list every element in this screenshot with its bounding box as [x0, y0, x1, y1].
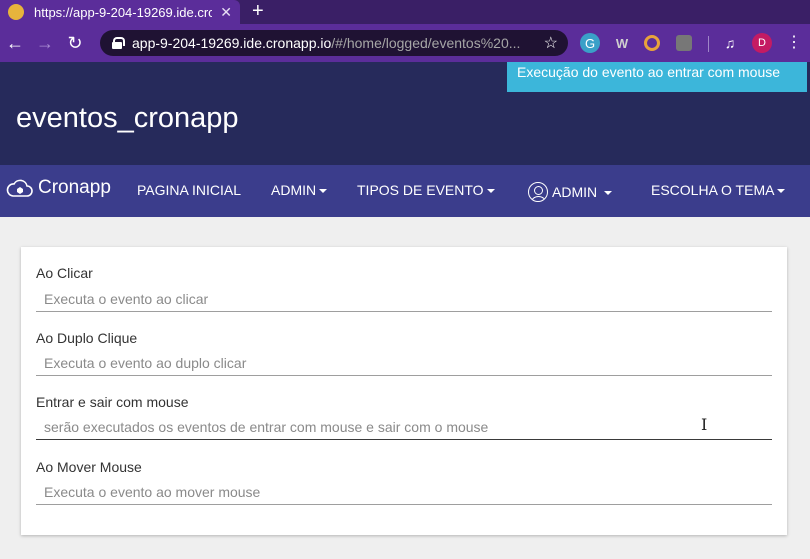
reload-button[interactable]: ↻	[60, 28, 90, 58]
cloud-icon	[6, 178, 34, 198]
save-extension-icon[interactable]	[676, 35, 692, 51]
field-label-entrar-sair-mouse: Entrar e sair com mouse	[36, 394, 189, 410]
text-cursor-icon: I	[701, 415, 708, 434]
browser-toolbar: ← → ↻ app-9-204-19269.ide.cronapp.io /#/…	[0, 24, 810, 62]
nav-label: ESCOLHA O TEMA	[651, 182, 775, 198]
nav-label: TIPOS DE EVENTO	[357, 182, 484, 198]
nav-pagina-inicial[interactable]: PAGINA INICIAL	[137, 182, 241, 198]
field-label-ao-clicar: Ao Clicar	[36, 265, 93, 281]
toolbar-divider	[708, 36, 709, 52]
browser-tab-strip: https://app-9-204-19269.ide.cronapp.io/#…	[0, 0, 810, 24]
field-label-ao-duplo-clique: Ao Duplo Clique	[36, 330, 138, 346]
nav-label: ADMIN	[552, 184, 598, 200]
nav-escolha-o-tema[interactable]: ESCOLHA O TEMA	[651, 182, 786, 198]
events-form-card: Ao Clicar Ao Duplo Clique Entrar e sair …	[21, 247, 787, 535]
back-button[interactable]: ←	[0, 28, 30, 58]
browser-menu-icon[interactable]: ⋮	[786, 33, 802, 53]
ao-duplo-clique-input[interactable]	[36, 350, 772, 376]
nav-label: ADMIN	[271, 182, 317, 198]
page-title: eventos_cronapp	[16, 102, 239, 134]
app-header: eventos_cronapp Execução do evento ao en…	[0, 62, 810, 165]
tab-close-icon[interactable]: ✕	[220, 4, 232, 21]
forward-button[interactable]: →	[30, 28, 60, 58]
address-bar[interactable]: app-9-204-19269.ide.cronapp.io /#/home/l…	[100, 30, 568, 56]
ring-extension-icon[interactable]	[644, 35, 660, 51]
mouse-enter-tooltip: Execução do evento ao entrar com mouse	[507, 62, 807, 92]
ao-clicar-input[interactable]	[36, 286, 772, 312]
entrar-sair-mouse-input[interactable]	[36, 414, 772, 440]
grammarly-icon[interactable]: G	[580, 33, 600, 53]
brand-logo[interactable]: Cronapp	[6, 177, 111, 199]
caret-down-icon	[319, 189, 328, 193]
caret-down-icon	[604, 191, 613, 195]
user-circle-icon	[528, 182, 548, 202]
browser-tab[interactable]: https://app-9-204-19269.ide.cronapp.io/#…	[0, 0, 240, 24]
nav-admin-menu[interactable]: ADMIN	[271, 182, 328, 198]
nav-tipos-de-evento[interactable]: TIPOS DE EVENTO	[357, 182, 495, 198]
url-host: app-9-204-19269.ide.cronapp.io	[132, 35, 332, 51]
w-extension-icon[interactable]: W	[612, 33, 632, 53]
lock-icon	[112, 37, 125, 49]
url-path: /#/home/logged/eventos%20...	[331, 35, 521, 51]
tab-title: https://app-9-204-19269.ide.cronapp.io/#…	[34, 4, 213, 20]
bookmark-star-icon[interactable]: ☆	[544, 33, 558, 53]
nav-label: PAGINA INICIAL	[137, 182, 241, 198]
queue-music-icon[interactable]: ♫	[720, 33, 740, 53]
cronapp-favicon-icon	[8, 4, 24, 20]
app-navbar: Cronapp PAGINA INICIAL ADMIN TIPOS DE EV…	[0, 165, 810, 217]
new-tab-button[interactable]: +	[252, 0, 264, 24]
ao-mover-mouse-input[interactable]	[36, 479, 772, 505]
caret-down-icon	[486, 189, 495, 193]
field-label-ao-mover-mouse: Ao Mover Mouse	[36, 459, 142, 475]
nav-user-admin[interactable]: ADMIN	[528, 182, 613, 202]
caret-down-icon	[777, 189, 786, 193]
profile-avatar[interactable]: D	[752, 33, 772, 53]
brand-name: Cronapp	[38, 177, 111, 198]
